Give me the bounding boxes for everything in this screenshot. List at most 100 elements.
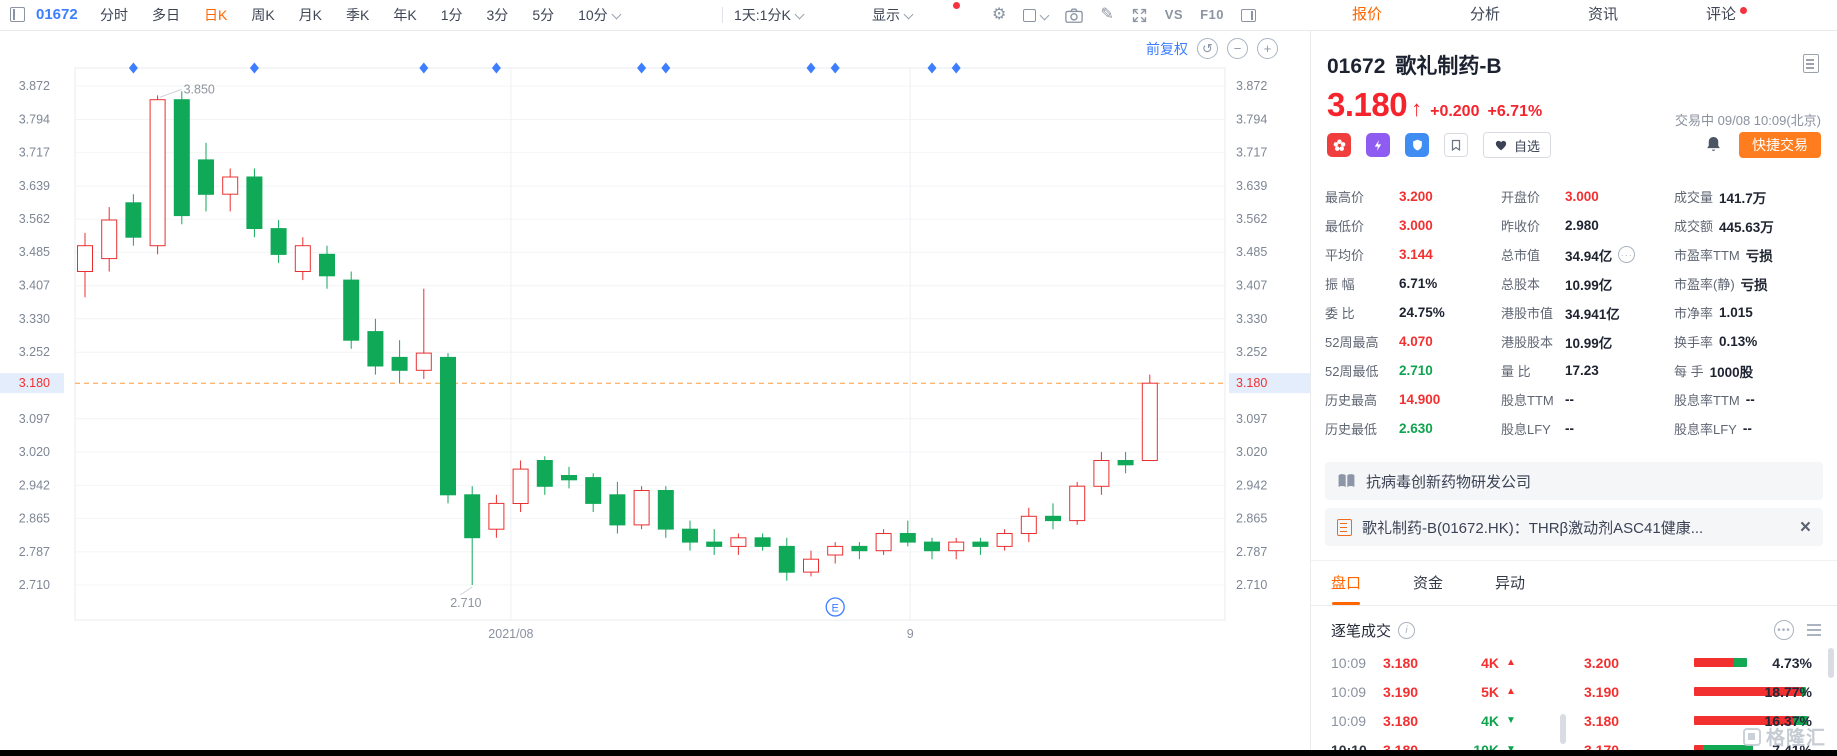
zoom-out-button[interactable]: − xyxy=(1227,38,1248,59)
quote-value: 亏损 xyxy=(1740,277,1768,293)
display-menu-label: 显示 xyxy=(872,7,900,23)
candle xyxy=(294,245,311,272)
toolbar-stock-code[interactable]: 01672 xyxy=(36,0,78,30)
event-diamond-icon xyxy=(830,62,840,74)
quote-value: 2.980 xyxy=(1565,218,1599,233)
event-diamond-icon xyxy=(951,62,961,74)
candle xyxy=(706,541,723,547)
period-tab-3分[interactable]: 3分 xyxy=(487,0,509,30)
more-options-icon[interactable]: ••• xyxy=(1774,620,1794,640)
quote-row: 平均价 3.144 总市值 34.94亿 ··· 市盈率TTM 亏损 xyxy=(1325,240,1825,269)
period-tab-5分[interactable]: 5分 xyxy=(532,0,554,30)
f10-info-button[interactable]: F10 xyxy=(1200,0,1224,30)
sub-tab-资金[interactable]: 资金 xyxy=(1413,561,1443,605)
scrollbar-thumb[interactable] xyxy=(1560,714,1566,744)
period-tab-分时[interactable]: 分时 xyxy=(100,0,128,30)
tick-trade-header: 逐笔成交 i xyxy=(1331,620,1416,641)
quote-cell: 52周最低 2.710 xyxy=(1325,361,1501,380)
quote-label: 成交量 xyxy=(1674,190,1714,205)
draw-pencil-icon[interactable]: ✎ xyxy=(1100,0,1113,30)
price-change-percent: +6.71% xyxy=(1487,103,1543,120)
close-icon[interactable]: × xyxy=(1800,518,1811,537)
toolbar-icon-group: ⚙ ✎ VS F10 xyxy=(992,0,1256,30)
quote-label: 股息TTM xyxy=(1501,393,1554,408)
zoom-in-button[interactable]: + xyxy=(1257,38,1278,59)
distribution-row[interactable]: 3.190 18.77% xyxy=(1577,677,1837,706)
quote-cell: 52周最高 4.070 xyxy=(1325,332,1501,351)
candlestick-chart-area[interactable]: 前复权 ↺ − + 3.872 3.872 3.794 3.794 3.717 3.717… xyxy=(0,30,1310,756)
quote-value: 141.7万 xyxy=(1719,190,1767,206)
sub-tab-盘口[interactable]: 盘口 xyxy=(1331,561,1361,605)
period-tab-1分[interactable]: 1分 xyxy=(441,0,463,30)
bookmark-button[interactable] xyxy=(1444,133,1468,157)
order-flow-tab-bar: 盘口 资金 异动 xyxy=(1311,560,1837,606)
settings-gear-icon[interactable]: ⚙ xyxy=(992,0,1006,30)
period-tab-月K[interactable]: 月K xyxy=(299,0,322,30)
up-triangle-icon: ▲ xyxy=(1506,686,1516,697)
quote-row: 历史最高 14.900 股息TTM -- 股息率TTM -- xyxy=(1325,385,1825,414)
fullscreen-expand-icon[interactable] xyxy=(1131,0,1148,30)
adjust-mode-link[interactable]: 前复权 xyxy=(1146,39,1188,59)
quote-label: 市盈率TTM xyxy=(1674,248,1740,263)
tick-row[interactable]: 10:09 3.180 4K ▲ xyxy=(1311,648,1577,677)
quote-label: 总市值 xyxy=(1501,248,1541,263)
distribution-row[interactable]: 3.200 4.73% xyxy=(1577,648,1837,677)
quote-label: 开盘价 xyxy=(1501,190,1541,205)
unread-dot xyxy=(1740,7,1748,14)
quote-cell: 成交量 141.7万 xyxy=(1674,187,1825,207)
period-tab-日K[interactable]: 日K xyxy=(204,0,227,30)
sub-tab-异动[interactable]: 异动 xyxy=(1495,561,1525,605)
period-tab-10分[interactable]: 10分 xyxy=(578,0,622,30)
chevron-down-icon xyxy=(1039,10,1050,20)
period-tab-周K[interactable]: 周K xyxy=(251,0,274,30)
quote-cell: 昨收价 2.980 xyxy=(1501,216,1674,235)
list-view-icon[interactable] xyxy=(1807,624,1821,626)
gridlines xyxy=(74,67,1226,621)
news-icon xyxy=(1337,518,1352,536)
panel-toggle-icon[interactable] xyxy=(1241,0,1256,30)
panel-tab-分析[interactable]: 分析 xyxy=(1470,0,1500,30)
tick-row[interactable]: 10:09 3.180 4K ▼ xyxy=(1311,706,1577,735)
event-diamond-icon xyxy=(927,62,937,74)
earnings-event-marker[interactable]: E xyxy=(825,597,845,617)
scrollbar-thumb[interactable] xyxy=(1828,648,1834,678)
news-headline-card[interactable]: 歌礼制药-B(01672.HK)：THRβ激动剂ASC41健康... × xyxy=(1325,508,1823,546)
reset-view-button[interactable]: ↺ xyxy=(1197,38,1218,59)
window-layout-icon[interactable] xyxy=(10,7,25,22)
screenshot-camera-icon[interactable] xyxy=(1065,0,1084,30)
quick-trade-button[interactable]: 快捷交易 xyxy=(1739,132,1821,158)
quote-cell: 振 幅 6.71% xyxy=(1325,274,1501,293)
svg-text:3.562: 3.562 xyxy=(1236,212,1267,226)
add-favorite-button[interactable]: 自选 xyxy=(1483,132,1552,158)
quote-cell: 每 手 1000股 xyxy=(1674,361,1825,381)
panel-tab-评论[interactable]: 评论 xyxy=(1706,0,1748,30)
stock-detail-icon[interactable] xyxy=(1803,54,1819,73)
compare-vs-button[interactable]: VS xyxy=(1165,0,1183,30)
period-tab-多日[interactable]: 多日 xyxy=(152,0,180,30)
tick-volume: 4K xyxy=(1481,712,1499,729)
period-tab-年K[interactable]: 年K xyxy=(393,0,416,30)
panel-tab-资讯[interactable]: 资讯 xyxy=(1588,0,1618,30)
quote-label: 52周最低 xyxy=(1325,364,1379,379)
period-combo-selector[interactable]: 1天:1分K xyxy=(734,0,805,30)
alert-bell-icon[interactable] xyxy=(1704,134,1723,160)
tick-row[interactable]: 10:09 3.190 5K ▲ xyxy=(1311,677,1577,706)
candlestick-chart[interactable]: 3.872 3.872 3.794 3.794 3.717 3.717 3.639 3.639… xyxy=(0,30,1310,756)
quote-label: 成交额 xyxy=(1674,219,1714,234)
chart-style-selector[interactable] xyxy=(1023,0,1050,30)
quote-row: 52周最高 4.070 港股股本 10.99亿 换手率 0.13% xyxy=(1325,327,1825,356)
quote-row: 历史最低 2.630 股息LFY -- 股息率LFY -- xyxy=(1325,414,1825,443)
svg-text:3.717: 3.717 xyxy=(19,146,50,160)
candle xyxy=(585,477,602,504)
tick-trade-list[interactable]: 10:09 3.180 4K ▲ 10:09 3.190 5K ▲ 10:09 3.180 4K ▼ 1… xyxy=(1311,648,1577,756)
info-icon[interactable]: i xyxy=(1398,622,1416,639)
company-intro-card[interactable]: 抗病毒创新药物研发公司 xyxy=(1325,462,1823,500)
display-menu-button[interactable]: 显示 xyxy=(872,0,914,30)
quote-value: 3.200 xyxy=(1399,189,1433,204)
panel-tab-报价[interactable]: 报价 xyxy=(1352,0,1382,30)
event-diamond-icon xyxy=(806,62,816,74)
tick-time: 10:09 xyxy=(1331,712,1367,729)
candle xyxy=(101,219,118,260)
period-tab-季K[interactable]: 季K xyxy=(346,0,369,30)
ellipsis-more-icon[interactable]: ··· xyxy=(1618,246,1636,263)
